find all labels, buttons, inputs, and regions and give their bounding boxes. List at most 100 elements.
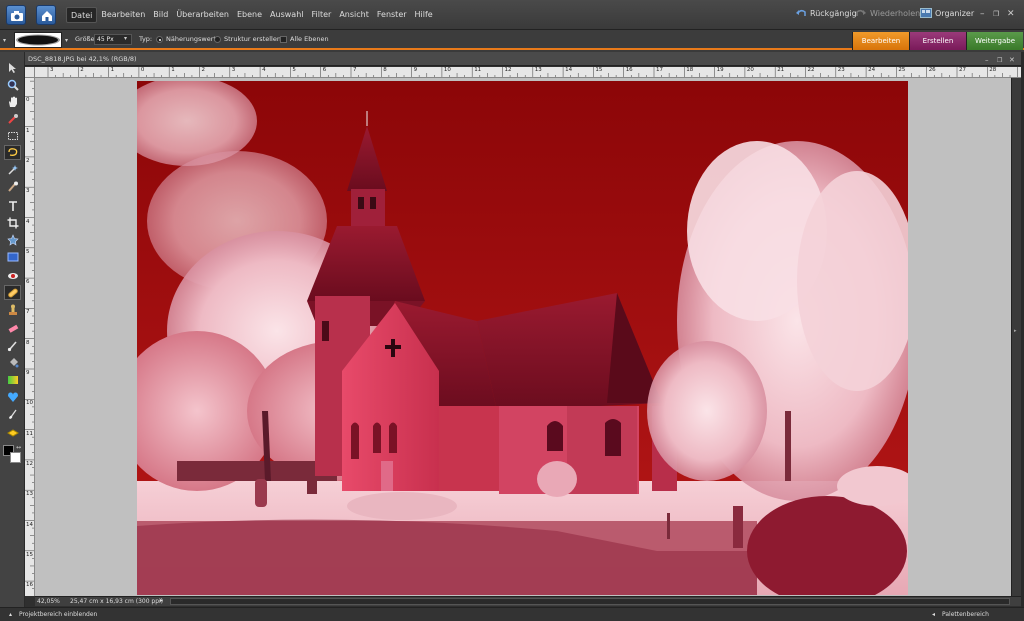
ruler-label: 3 (50, 67, 54, 73)
swap-colors-icon[interactable]: ↔ (16, 444, 21, 451)
organizer-label: Organizer (935, 8, 975, 18)
scroll-arrow-icon[interactable]: ▸ (1014, 328, 1017, 334)
ruler-label: 1 (26, 127, 30, 134)
ruler-label: 11 (26, 430, 33, 437)
lasso-tool-icon[interactable] (4, 145, 21, 160)
background-color-swatch[interactable] (10, 452, 21, 463)
tab-erstellen[interactable]: Erstellen (909, 32, 966, 50)
brush-dropdown-icon[interactable]: ▾ (65, 37, 68, 44)
menu-bild[interactable]: Bild (149, 7, 172, 23)
doc-close-icon[interactable]: ✕ (1009, 53, 1015, 67)
ruler-label: 22 (807, 67, 815, 73)
bottom-bar: ▴ Projektbereich einblenden ◂ Palettenbe… (0, 607, 1024, 621)
sponge-tool-icon[interactable] (4, 425, 21, 440)
ruler-label: 18 (686, 67, 694, 73)
ruler-label: 0 (140, 67, 145, 73)
redo-icon (856, 9, 866, 16)
ruler-label: 4 (26, 218, 30, 225)
ruler-label: 13 (534, 67, 542, 73)
menu-ebene[interactable]: Ebene (233, 7, 266, 23)
horizontal-scrollbar[interactable] (170, 598, 1010, 605)
ruler-label: 8 (383, 67, 387, 73)
vertical-scrollbar[interactable]: ▸ (1011, 78, 1021, 596)
eyedropper-tool-icon[interactable] (4, 111, 21, 126)
undo-button[interactable]: Rückgängig (795, 8, 857, 18)
ruler-label: 19 (716, 67, 724, 73)
menu-bearbeiten[interactable]: Bearbeiten (97, 7, 149, 23)
photo-church-infrared[interactable] (137, 81, 908, 595)
ruler-label: 12 (504, 67, 512, 73)
project-bin-arrow-icon[interactable]: ▴ (9, 611, 12, 618)
red-eye-tool-icon[interactable] (4, 268, 21, 283)
ruler-label: 17 (656, 67, 663, 73)
palette-bin-arrow-icon[interactable]: ◂ (932, 611, 935, 618)
magic-wand-tool-icon[interactable] (4, 162, 21, 177)
status-bar: 42,05% 25,47 cm x 16,93 cm (300 ppi) ▸ (35, 596, 1021, 606)
restore-icon[interactable]: ❐ (993, 10, 999, 18)
eraser-tool-icon[interactable] (4, 321, 21, 336)
ruler-label: 10 (26, 400, 33, 407)
move-tool-icon[interactable] (4, 60, 21, 75)
ruler-label: 24 (868, 67, 876, 73)
all-layers-checkbox[interactable] (280, 36, 287, 43)
brush-preview[interactable] (14, 32, 62, 48)
crop-tool-icon[interactable] (4, 215, 21, 230)
marquee-tool-icon[interactable] (4, 128, 21, 143)
menu-auswahl[interactable]: Auswahl (266, 7, 307, 23)
close-icon[interactable]: ✕ (1007, 9, 1015, 19)
menu-datei[interactable]: Datei (66, 7, 98, 23)
ruler-label: 6 (322, 67, 327, 73)
menu-bar: Datei Bearbeiten Bild Überarbeiten Ebene… (0, 0, 1024, 30)
ruler-label: 1 (110, 67, 115, 73)
menu-filter[interactable]: Filter (308, 7, 336, 23)
camera-icon[interactable] (6, 5, 26, 25)
zoom-tool-icon[interactable] (4, 77, 21, 92)
menu-ueberarbeiten[interactable]: Überarbeiten (172, 7, 233, 23)
minimize-icon[interactable]: – (980, 9, 985, 19)
toolbox: ↔ (0, 52, 25, 607)
ruler-label: 16 (26, 582, 33, 589)
menu-ansicht[interactable]: Ansicht (335, 7, 373, 23)
ruler-label: 1 (171, 67, 175, 73)
undo-label: Rückgängig (810, 8, 857, 18)
organizer-icon (920, 8, 932, 18)
home-icon[interactable] (36, 5, 56, 25)
type-radio-approx[interactable] (156, 36, 163, 43)
all-layers-label: Alle Ebenen (290, 35, 329, 43)
straighten-tool-icon[interactable] (4, 249, 21, 264)
gradient-tool-icon[interactable] (4, 372, 21, 387)
tab-bearbeiten[interactable]: Bearbeiten (852, 32, 909, 50)
ruler-label: 14 (565, 67, 573, 73)
ruler-label: 5 (292, 67, 296, 73)
canvas-area[interactable] (35, 78, 1011, 596)
menu-fenster[interactable]: Fenster (373, 7, 411, 23)
redo-button[interactable]: Wiederholen (855, 8, 920, 18)
organizer-button[interactable]: Organizer (920, 8, 974, 18)
clone-stamp-tool-icon[interactable] (4, 302, 21, 317)
selection-brush-tool-icon[interactable] (4, 179, 21, 194)
size-dropdown-icon[interactable]: ▾ (124, 35, 127, 42)
menu-hilfe[interactable]: Hilfe (411, 7, 437, 23)
ruler-label: 10 (443, 67, 451, 73)
status-menu-arrow-icon[interactable]: ▸ (160, 597, 163, 604)
ruler-label: 5 (26, 248, 30, 255)
healing-brush-tool-icon[interactable] (4, 285, 21, 300)
hand-tool-icon[interactable] (4, 94, 21, 109)
palette-bin-toggle[interactable]: Palettenbereich (942, 611, 989, 618)
paint-bucket-tool-icon[interactable] (4, 355, 21, 370)
brush-tool-icon[interactable] (4, 338, 21, 353)
tool-preset-arrow-icon[interactable]: ▾ (3, 37, 6, 44)
type-tool-icon[interactable] (4, 198, 21, 213)
doc-restore-icon[interactable]: ❐ (997, 54, 1002, 68)
ruler-label: 11 (474, 67, 482, 73)
ruler-label: 2 (201, 67, 206, 73)
type-radio-texture[interactable] (214, 36, 221, 43)
tab-weitergabe[interactable]: Weitergabe (966, 32, 1023, 50)
project-bin-toggle[interactable]: Projektbereich einblenden (19, 611, 97, 618)
ruler-label: 6 (26, 279, 30, 286)
blur-tool-icon[interactable] (4, 406, 21, 421)
zoom-value[interactable]: 42,05% (37, 598, 60, 605)
doc-minimize-icon[interactable]: – (985, 53, 989, 67)
cookie-cutter-tool-icon[interactable] (4, 232, 21, 247)
shape-tool-icon[interactable] (4, 389, 21, 404)
